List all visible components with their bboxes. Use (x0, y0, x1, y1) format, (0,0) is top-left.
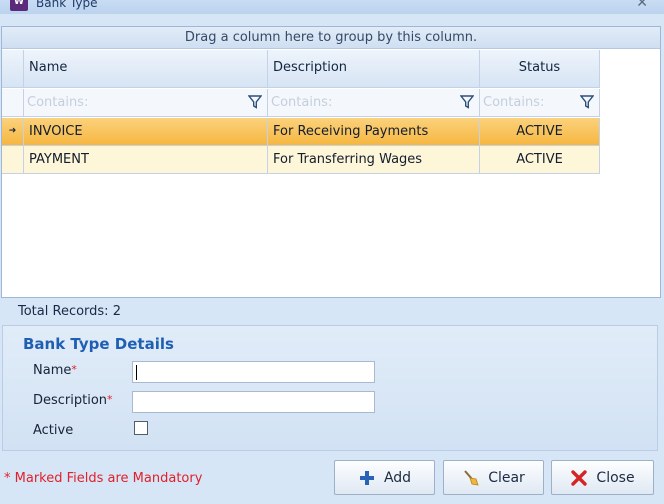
description-input[interactable] (132, 391, 375, 413)
bank-type-grid: Drag a column here to group by this colu… (1, 26, 661, 298)
description-label: Description* (33, 393, 113, 408)
close-button-label: Close (596, 469, 635, 486)
cell-name[interactable]: PAYMENT (24, 146, 268, 174)
grid-filter-row: Contains: Contains: Contains: (2, 89, 600, 117)
funnel-icon[interactable] (460, 95, 474, 109)
name-label-text: Name (33, 363, 72, 378)
mandatory-fields-note: * Marked Fields are Mandatory (4, 471, 203, 486)
grid-header-row: Name Description Status (2, 50, 600, 88)
text-caret (136, 365, 137, 380)
filter-description-placeholder: Contains: (271, 95, 333, 110)
app-icon: W (10, 0, 28, 11)
active-checkbox[interactable] (134, 421, 148, 435)
active-label: Active (33, 423, 74, 438)
funnel-icon[interactable] (248, 95, 262, 109)
table-row[interactable]: ➜ INVOICE For Receiving Payments ACTIVE (2, 118, 600, 146)
required-marker: * (107, 393, 113, 406)
cell-status[interactable]: ACTIVE (480, 118, 600, 146)
column-header-status[interactable]: Status (480, 50, 600, 88)
plus-icon (359, 470, 374, 485)
details-title: Bank Type Details (23, 335, 174, 353)
bank-type-details-panel: Bank Type Details Name* Description* Act… (2, 325, 658, 451)
add-button[interactable]: Add (334, 460, 435, 495)
header-indicator-cell (2, 50, 24, 88)
filter-cell-status[interactable]: Contains: (480, 89, 600, 117)
window-close-icon[interactable]: ✕ (636, 0, 648, 11)
filter-cell-description[interactable]: Contains: (268, 89, 480, 117)
close-button[interactable]: Close (551, 460, 654, 495)
filter-status-placeholder: Contains: (483, 95, 545, 110)
name-input[interactable] (132, 361, 375, 383)
clear-button[interactable]: Clear (443, 460, 544, 495)
cell-description[interactable]: For Transferring Wages (268, 146, 480, 174)
add-button-label: Add (383, 469, 412, 486)
filter-indicator-cell (2, 89, 24, 117)
group-by-panel[interactable]: Drag a column here to group by this colu… (2, 27, 660, 49)
total-records-label: Total Records: 2 (18, 304, 121, 319)
column-header-name[interactable]: Name (24, 50, 268, 88)
row-indicator-arrow-icon: ➜ (2, 118, 24, 146)
cell-description[interactable]: For Receiving Payments (268, 118, 480, 146)
name-label: Name* (33, 363, 77, 378)
required-marker: * (71, 363, 77, 376)
title-bar: W Bank Type ✕ (0, 0, 664, 14)
description-label-text: Description (33, 393, 108, 408)
funnel-icon[interactable] (580, 95, 594, 109)
row-indicator-cell (2, 146, 24, 174)
column-header-description[interactable]: Description (268, 50, 480, 88)
table-row[interactable]: PAYMENT For Transferring Wages ACTIVE (2, 146, 600, 174)
broom-icon (464, 469, 479, 486)
cell-name[interactable]: INVOICE (24, 118, 268, 146)
clear-button-label: Clear (488, 469, 525, 486)
window-title: Bank Type (36, 0, 98, 10)
cell-status[interactable]: ACTIVE (480, 146, 600, 174)
filter-name-placeholder: Contains: (27, 95, 89, 110)
filter-cell-name[interactable]: Contains: (24, 89, 268, 117)
x-icon (571, 469, 588, 486)
